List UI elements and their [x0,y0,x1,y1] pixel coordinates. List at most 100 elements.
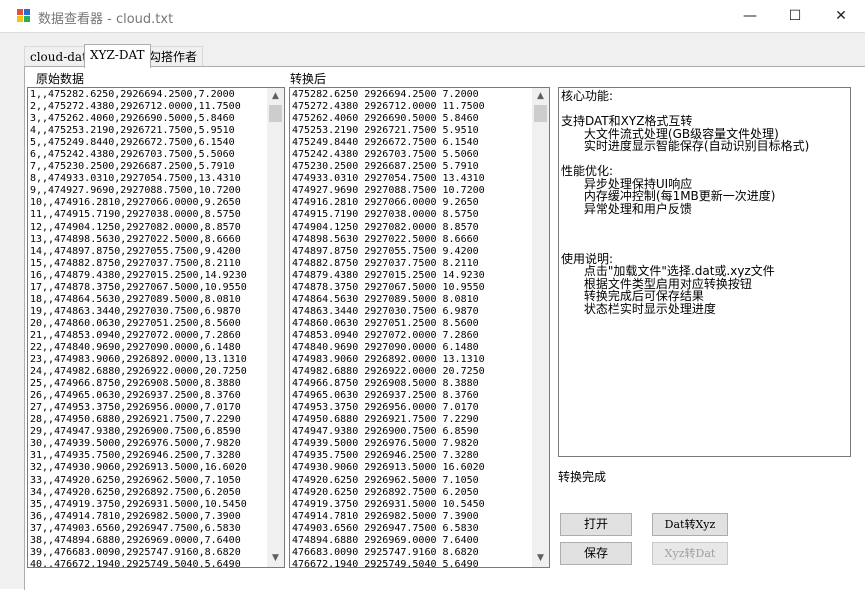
list-item[interactable]: 475253.2190 2926721.7500 5.9510 [292,125,485,137]
list-item[interactable]: 24,,474982.6880,2926922.0000,20.7250 [30,366,247,378]
list-item[interactable]: 474927.9690 2927088.7500 10.7200 [292,185,485,197]
list-item[interactable]: 474966.8750 2926908.5000 8.3880 [292,378,485,390]
list-item[interactable]: 474935.7500 2926946.2500 7.3280 [292,450,485,462]
dat-to-xyz-button[interactable]: Dat转Xyz [652,513,728,536]
minimize-button[interactable]: — [727,0,773,32]
list-item[interactable]: 40,,476672.1940,2925749.5040,5.6490 [30,559,247,567]
list-item[interactable]: 38,,474894.6880,2926969.0000,7.6400 [30,535,247,547]
list-item[interactable]: 474920.6250 2926892.7500 6.2050 [292,487,485,499]
list-item[interactable]: 475242.4380 2926703.7500 5.5060 [292,149,485,161]
list-item[interactable]: 33,,474920.6250,2926962.5000,7.1050 [30,475,247,487]
list-item[interactable]: 18,,474864.5630,2927089.5000,8.0810 [30,294,247,306]
converted-scrollbar[interactable]: ▲ ▼ [532,88,549,567]
list-item[interactable]: 13,,474898.5630,2927022.5000,8.6660 [30,234,247,246]
list-item[interactable]: 474903.6560 2926947.7500 6.5830 [292,523,485,535]
list-item[interactable]: 23,,474983.9060,2926892.0000,13.1310 [30,354,247,366]
list-item[interactable]: 37,,474903.6560,2926947.7500,6.5830 [30,523,247,535]
list-item[interactable]: 474983.9060 2926892.0000 13.1310 [292,354,485,366]
list-item[interactable]: 20,,474860.0630,2927051.2500,8.5600 [30,318,247,330]
list-item[interactable]: 11,,474915.7190,2927038.0000,8.5750 [30,209,247,221]
list-item[interactable]: 474853.0940 2927072.0000 7.2860 [292,330,485,342]
save-button[interactable]: 保存 [560,542,632,565]
list-item[interactable]: 474864.5630 2927089.5000 8.0810 [292,294,485,306]
list-item[interactable]: 474982.6880 2926922.0000 20.7250 [292,366,485,378]
scroll-down-arrow[interactable]: ▼ [532,550,549,567]
scroll-up-arrow[interactable]: ▲ [267,88,284,105]
list-item[interactable]: 9,,474927.9690,2927088.7500,10.7200 [30,185,247,197]
list-item[interactable]: 474840.9690 2927090.0000 6.1480 [292,342,485,354]
list-item[interactable]: 12,,474904.1250,2927082.0000,8.8570 [30,222,247,234]
list-item[interactable]: 474916.2810 2927066.0000 9.2650 [292,197,485,209]
tab-cloud-dat[interactable]: cloud-dat [24,46,93,67]
list-item[interactable]: 21,,474853.0940,2927072.0000,7.2860 [30,330,247,342]
list-item[interactable]: 474939.5000 2926976.5000 7.9820 [292,438,485,450]
list-item[interactable]: 474882.8750 2927037.7500 8.2110 [292,258,485,270]
close-button[interactable]: ✕ [818,0,864,32]
scroll-up-arrow[interactable]: ▲ [532,88,549,105]
list-item[interactable]: 474879.4380 2927015.2500 14.9230 [292,270,485,282]
list-item[interactable]: 3,,475262.4060,2926690.5000,5.8460 [30,113,247,125]
list-item[interactable]: 22,,474840.9690,2927090.0000,6.1480 [30,342,247,354]
list-item[interactable]: 14,,474897.8750,2927055.7500,9.4200 [30,246,247,258]
info-textbox[interactable]: 核心功能: 支持DAT和XYZ格式互转 大文件流式处理(GB级容量文件处理) 实… [558,87,851,457]
list-item[interactable]: 474919.3750 2926931.5000 10.5450 [292,499,485,511]
scroll-thumb[interactable] [534,105,547,122]
list-item[interactable]: 27,,474953.3750,2926956.0000,7.0170 [30,402,247,414]
open-button[interactable]: 打开 [560,513,632,536]
list-item[interactable]: 474930.9060 2926913.5000 16.6020 [292,462,485,474]
list-item[interactable]: 26,,474965.0630,2926937.2500,8.3760 [30,390,247,402]
list-item[interactable]: 474898.5630 2927022.5000 8.6660 [292,234,485,246]
list-item[interactable]: 39,,476683.0090,2925747.9160,8.6820 [30,547,247,559]
list-item[interactable]: 6,,475242.4380,2926703.7500,5.5060 [30,149,247,161]
list-item[interactable]: 34,,474920.6250,2926892.7500,6.2050 [30,487,247,499]
list-item[interactable]: 19,,474863.3440,2927030.7500,6.9870 [30,306,247,318]
list-item[interactable]: 474953.3750 2926956.0000 7.0170 [292,402,485,414]
list-item[interactable]: 25,,474966.8750,2926908.5000,8.3880 [30,378,247,390]
list-item[interactable]: 475262.4060 2926690.5000 5.8460 [292,113,485,125]
list-item[interactable]: 474863.3440 2927030.7500 6.9870 [292,306,485,318]
list-item[interactable]: 475249.8440 2926672.7500 6.1540 [292,137,485,149]
list-item[interactable]: 8,,474933.0310,2927054.7500,13.4310 [30,173,247,185]
list-item[interactable]: 474894.6880 2926969.0000 7.6400 [292,535,485,547]
list-item[interactable]: 474878.3750 2927067.5000 10.9550 [292,282,485,294]
list-item[interactable]: 474965.0630 2926937.2500 8.3760 [292,390,485,402]
tab-author[interactable]: 勾搭作者 [143,46,204,67]
original-scrollbar[interactable]: ▲ ▼ [267,88,284,567]
list-item[interactable]: 475282.6250 2926694.2500 7.2000 [292,89,485,101]
list-item[interactable]: 35,,474919.3750,2926931.5000,10.5450 [30,499,247,511]
list-item[interactable]: 32,,474930.9060,2926913.5000,16.6020 [30,462,247,474]
converted-data-list[interactable]: 475282.6250 2926694.2500 7.2000 475272.43… [289,87,550,568]
list-item[interactable]: 4,,475253.2190,2926721.7500,5.9510 [30,125,247,137]
list-item[interactable]: 474915.7190 2927038.0000 8.5750 [292,209,485,221]
list-item[interactable]: 475272.4380 2926712.0000 11.7500 [292,101,485,113]
xyz-to-dat-button[interactable]: Xyz转Dat [652,542,728,565]
list-item[interactable]: 15,,474882.8750,2927037.7500,8.2110 [30,258,247,270]
list-item[interactable]: 474860.0630 2927051.2500 8.5600 [292,318,485,330]
list-item[interactable]: 475230.2500 2926687.2500 5.7910 [292,161,485,173]
list-item[interactable]: 474914.7810 2926982.5000 7.3900 [292,511,485,523]
list-item[interactable]: 2,,475272.4380,2926712.0000,11.7500 [30,101,247,113]
scroll-thumb[interactable] [269,105,282,122]
list-item[interactable]: 5,,475249.8440,2926672.7500,6.1540 [30,137,247,149]
list-item[interactable]: 474897.8750 2927055.7500 9.4200 [292,246,485,258]
list-item[interactable]: 10,,474916.2810,2927066.0000,9.2650 [30,197,247,209]
scroll-down-arrow[interactable]: ▼ [267,550,284,567]
list-item[interactable]: 476683.0090 2925747.9160 8.6820 [292,547,485,559]
list-item[interactable]: 476672.1940 2925749.5040 5.6490 [292,559,485,567]
maximize-button[interactable]: ☐ [772,0,818,32]
list-item[interactable]: 474904.1250 2927082.0000 8.8570 [292,222,485,234]
list-item[interactable]: 1,,475282.6250,2926694.2500,7.2000 [30,89,247,101]
list-item[interactable]: 31,,474935.7500,2926946.2500,7.3280 [30,450,247,462]
list-item[interactable]: 30,,474939.5000,2926976.5000,7.9820 [30,438,247,450]
list-item[interactable]: 474947.9380 2926900.7500 6.8590 [292,426,485,438]
list-item[interactable]: 474920.6250 2926962.5000 7.1050 [292,475,485,487]
list-item[interactable]: 28,,474950.6880,2926921.7500,7.2290 [30,414,247,426]
list-item[interactable]: 474950.6880 2926921.7500 7.2290 [292,414,485,426]
tab-xyz-dat[interactable]: XYZ-DAT [84,44,151,68]
list-item[interactable]: 7,,475230.2500,2926687.2500,5.7910 [30,161,247,173]
list-item[interactable]: 474933.0310 2927054.7500 13.4310 [292,173,485,185]
original-data-list[interactable]: 1,,475282.6250,2926694.2500,7.2000 2,,475… [27,87,285,568]
list-item[interactable]: 16,,474879.4380,2927015.2500,14.9230 [30,270,247,282]
list-item[interactable]: 36,,474914.7810,2926982.5000,7.3900 [30,511,247,523]
list-item[interactable]: 29,,474947.9380,2926900.7500,6.8590 [30,426,247,438]
